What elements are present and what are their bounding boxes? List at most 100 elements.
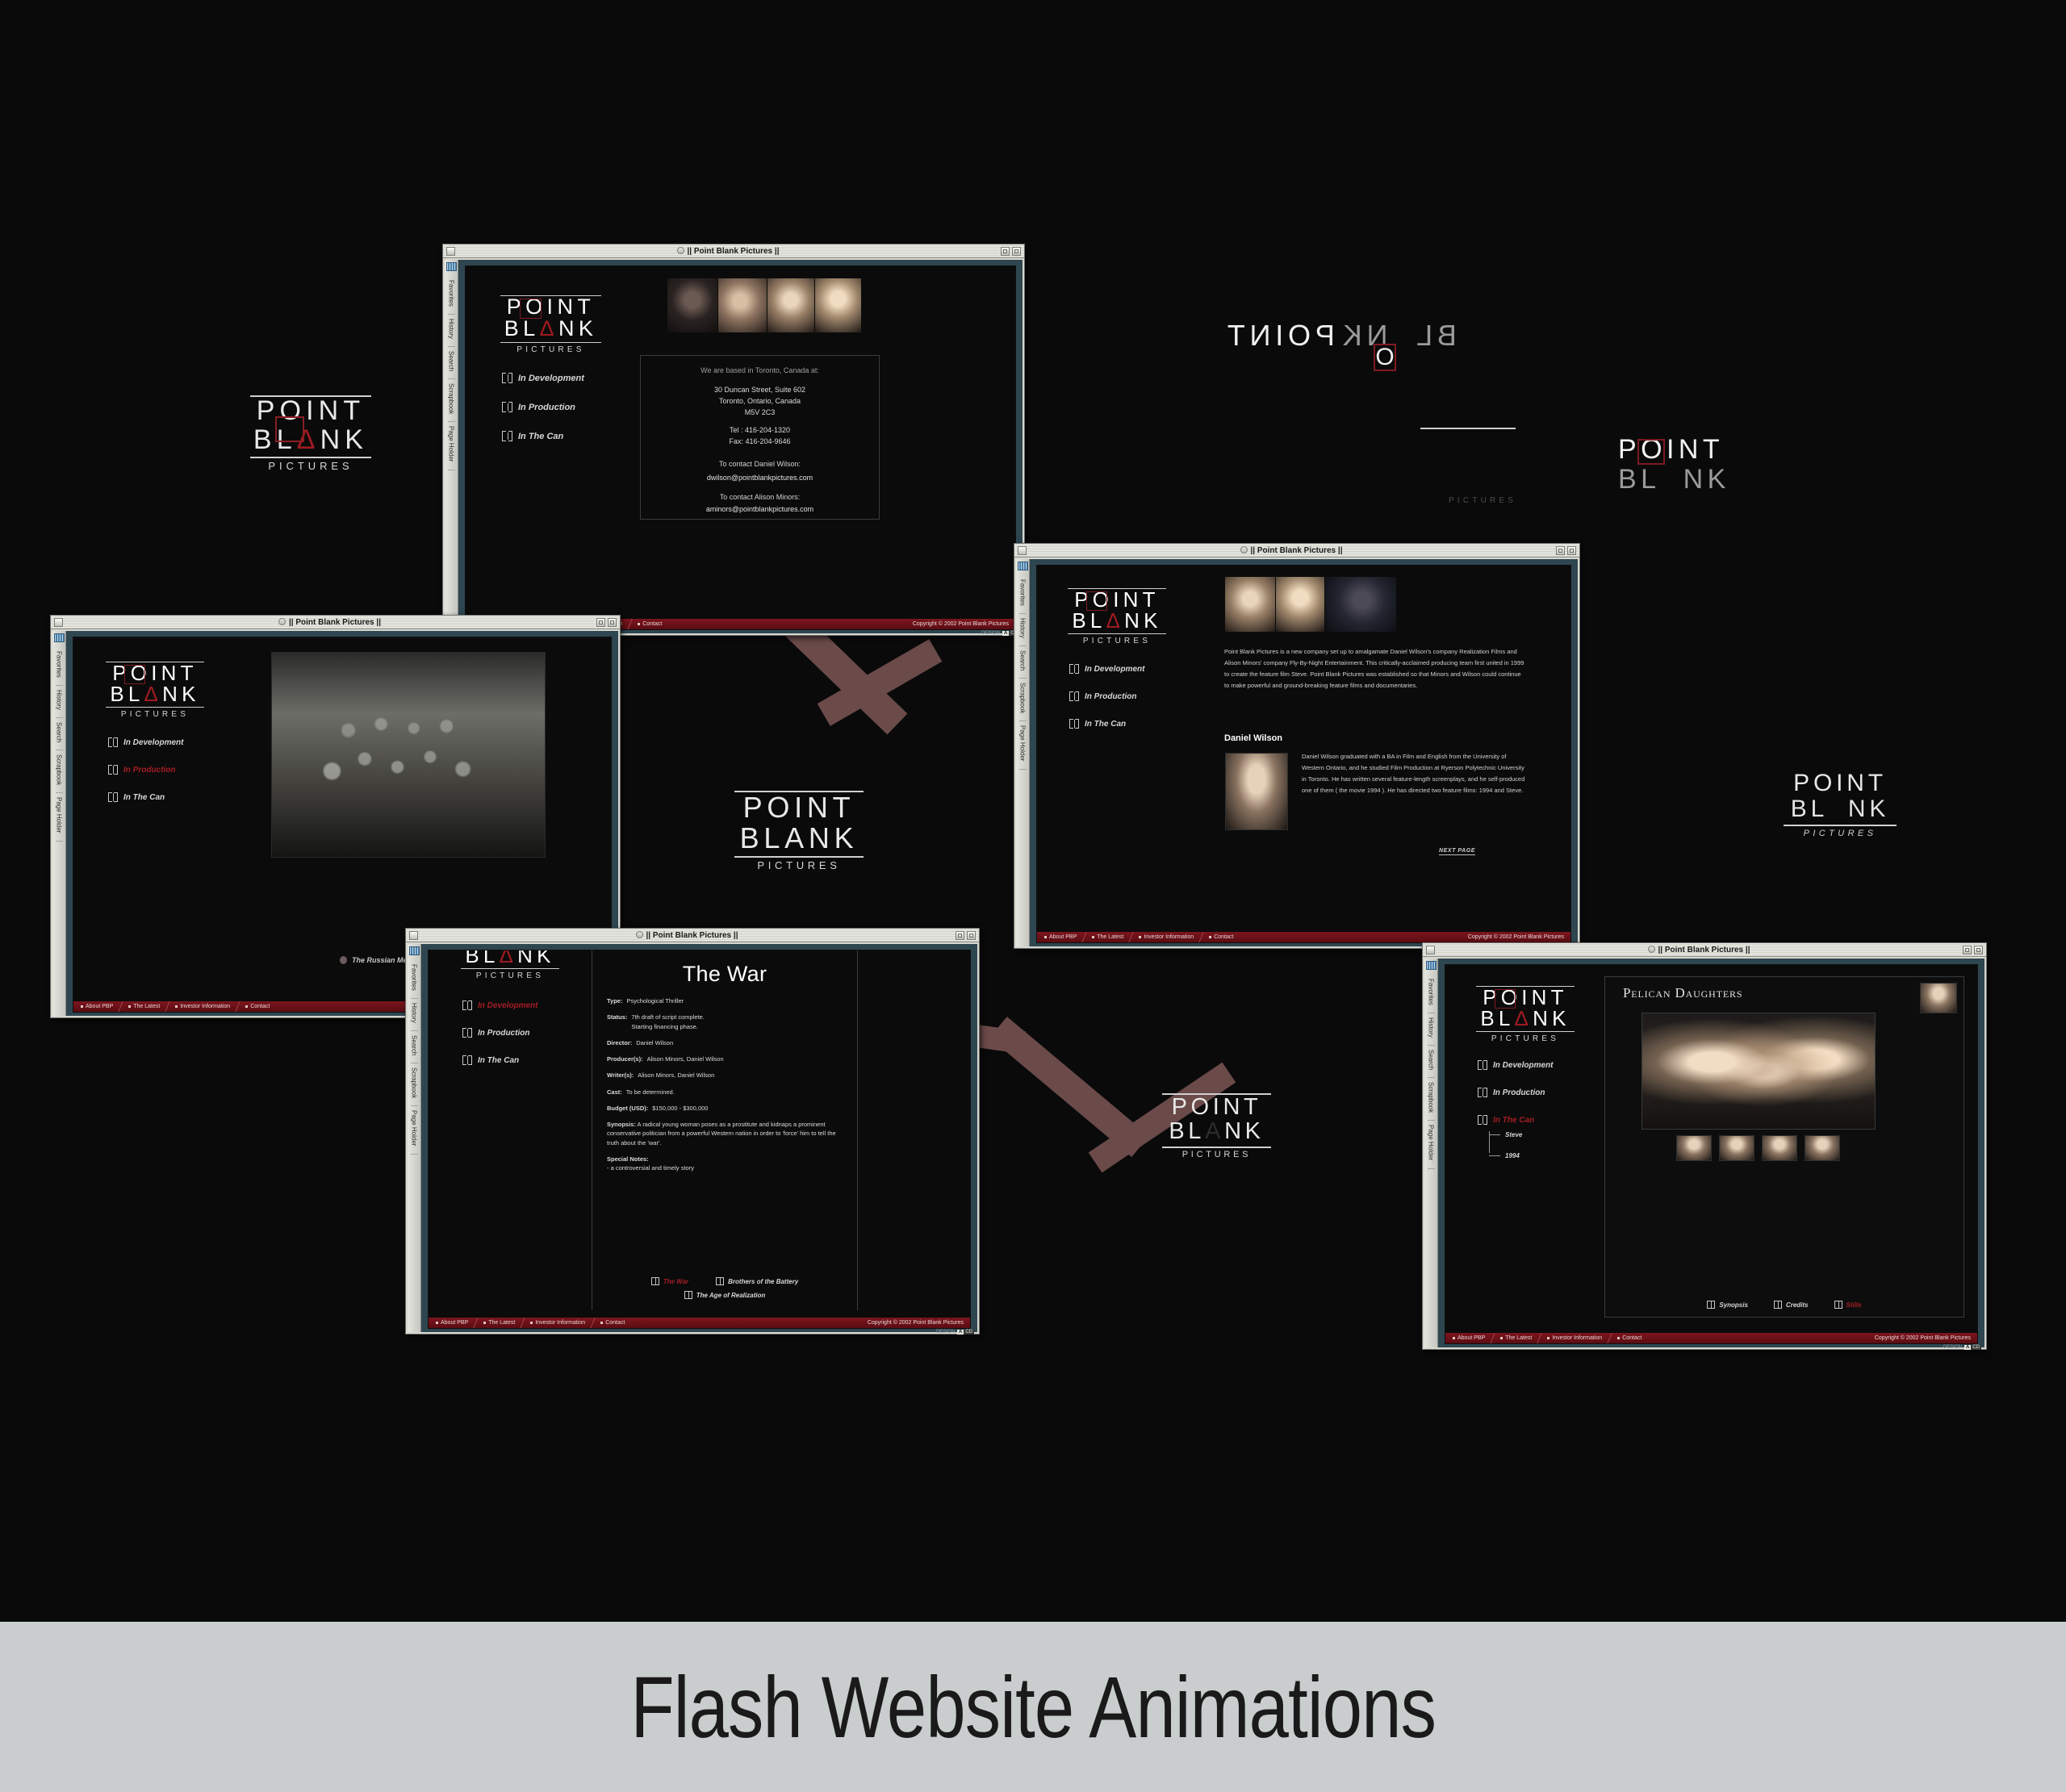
window-pelican-daughters[interactable]: || Point Blank Pictures || Favorites His… [1422, 942, 1987, 1350]
tab-scrapbook[interactable]: Scrapbook [1427, 1078, 1435, 1122]
nav-item-in-development[interactable]: In Development [462, 1000, 537, 1010]
pbp-logo[interactable]: POINT BLΔNK PICTURES [1476, 986, 1575, 1043]
tab-favorites[interactable]: Favorites [1018, 575, 1027, 614]
nav-item-in-the-can[interactable]: In The Can [108, 792, 183, 802]
tab-history[interactable]: History [1018, 614, 1027, 646]
tab-favorites[interactable]: Favorites [55, 647, 63, 686]
browser-tabstrip[interactable]: Favorites History Search Scrapbook Page … [52, 631, 66, 1016]
footer-link-contact[interactable]: Contact [593, 1320, 632, 1326]
tab-page-holder[interactable]: Page Holder [447, 422, 455, 470]
footer-nav[interactable]: About PBP The Latest Investor Informatio… [429, 1318, 970, 1328]
tab-history[interactable]: History [1427, 1013, 1435, 1046]
browser-tabstrip[interactable]: Favorites History Search Scrapbook Page … [408, 944, 421, 1332]
footer-link-about[interactable]: About PBP [1445, 1335, 1492, 1341]
still-thumb[interactable] [1676, 1135, 1712, 1161]
close-box-icon[interactable] [1426, 945, 1435, 954]
window-the-war[interactable]: || Point Blank Pictures || Favorites His… [405, 928, 980, 1335]
main-nav[interactable]: In Development In Production In The Can [1069, 664, 1144, 729]
tab-scrapbook[interactable]: Scrapbook [55, 750, 63, 794]
footer-link-investor[interactable]: Investor Information [168, 1004, 237, 1009]
footer-nav[interactable]: About PBP The Latest Investor Informatio… [1445, 1333, 1977, 1343]
film-tabs[interactable]: Synopsis Credits Stills [1605, 1301, 1964, 1309]
browser-tabstrip[interactable]: Favorites History Search Scrapbook Page … [445, 260, 458, 633]
tab-search[interactable]: Search [1018, 646, 1027, 679]
tab-favorites[interactable]: Favorites [410, 960, 418, 999]
tab-search[interactable]: Search [447, 347, 455, 380]
footer-link-investor[interactable]: Investor Information [1540, 1335, 1609, 1341]
nav-item-in-the-can[interactable]: In The Can [1478, 1115, 1553, 1125]
footer-link-about[interactable]: About PBP [429, 1320, 475, 1326]
tabstrip-grip-icon[interactable] [1425, 961, 1437, 970]
window-buttons[interactable] [1001, 246, 1021, 256]
next-page-button[interactable]: NEXT PAGE [1439, 848, 1475, 855]
browser-tabstrip[interactable]: Favorites History Search Scrapbook Page … [1016, 559, 1030, 946]
pbp-logo[interactable]: POINT BLΔNK PICTURES [500, 295, 601, 354]
nav-item-in-production[interactable]: In Production [1069, 691, 1144, 701]
pbp-logo[interactable]: POINT BLΔNK PICTURES [106, 662, 204, 719]
window-contact[interactable]: || Point Blank Pictures || Favorites His… [442, 244, 1025, 636]
contact-person-2-email[interactable]: aminors@pointblankpictures.com [641, 504, 879, 516]
tab-history[interactable]: History [55, 686, 63, 718]
nav-item-in-the-can[interactable]: In The Can [462, 1055, 537, 1065]
film-tab-stills[interactable]: Stills [1834, 1301, 1862, 1309]
main-nav[interactable]: In Development In Production In The Can [1478, 1060, 1553, 1159]
tab-page-holder[interactable]: Page Holder [1427, 1121, 1435, 1169]
main-nav[interactable]: In Development In Production In The Can [108, 737, 183, 802]
tab-history[interactable]: History [410, 999, 418, 1031]
tab-scrapbook[interactable]: Scrapbook [1018, 679, 1027, 722]
film-tab-synopsis[interactable]: Synopsis [1707, 1301, 1748, 1309]
main-nav[interactable]: In Development In Production In The Can [462, 1000, 537, 1065]
tabstrip-grip-icon[interactable] [53, 633, 65, 642]
close-box-icon[interactable] [446, 246, 455, 256]
tabstrip-grip-icon[interactable] [408, 946, 420, 955]
pbp-logo[interactable]: POINT BLΔNK PICTURES [1068, 588, 1166, 645]
nav-item-in-development[interactable]: In Development [1069, 664, 1144, 674]
titlebar[interactable]: || Point Blank Pictures || [443, 244, 1024, 258]
film-link-age-of-realization[interactable]: The Age of Realization [684, 1291, 765, 1299]
nav-item-in-production[interactable]: In Production [462, 1028, 537, 1038]
footer-link-latest[interactable]: The Latest [1493, 1335, 1539, 1341]
footer-link-latest[interactable]: The Latest [121, 1004, 167, 1009]
tab-scrapbook[interactable]: Scrapbook [447, 379, 455, 423]
footer-link-investor[interactable]: Investor Information [1131, 934, 1201, 940]
still-thumbnails[interactable] [1676, 1135, 1840, 1161]
tab-page-holder[interactable]: Page Holder [1018, 721, 1027, 770]
close-box-icon[interactable] [54, 617, 63, 627]
footer-link-contact[interactable]: Contact [238, 1004, 277, 1009]
tab-page-holder[interactable]: Page Holder [410, 1106, 418, 1155]
browser-tabstrip[interactable]: Favorites History Search Scrapbook Page … [1424, 959, 1438, 1347]
pbp-logo[interactable]: POINT BLΔNK PICTURES [461, 950, 559, 980]
footer-link-about[interactable]: About PBP [1037, 934, 1084, 940]
film-link-brothers[interactable]: Brothers of the Battery [716, 1277, 798, 1285]
nav-item-in-development[interactable]: In Development [1478, 1060, 1553, 1070]
footer-link-contact[interactable]: Contact [1610, 1335, 1649, 1341]
nav-item-in-the-can[interactable]: In The Can [502, 431, 584, 441]
film-links[interactable]: The War Brothers of the Battery The Age … [592, 1277, 857, 1299]
titlebar[interactable]: || Point Blank Pictures || [1014, 544, 1579, 558]
window-buttons[interactable] [956, 930, 976, 940]
titlebar[interactable]: || Point Blank Pictures || [1423, 943, 1986, 957]
submenu-tree[interactable]: Steve 1994 [1489, 1131, 1553, 1159]
still-thumb[interactable] [1762, 1135, 1797, 1161]
nav-item-in-production[interactable]: In Production [502, 402, 584, 412]
footer-link-contact[interactable]: Contact [630, 621, 669, 627]
tabstrip-grip-icon[interactable] [1017, 562, 1028, 570]
footer-link-about[interactable]: About PBP [73, 1004, 120, 1009]
main-nav[interactable]: In Development In Production In The Can [502, 373, 584, 441]
footer-link-contact[interactable]: Contact [1202, 934, 1240, 940]
footer-link-investor[interactable]: Investor Information [523, 1320, 592, 1326]
tab-search[interactable]: Search [1427, 1046, 1435, 1079]
nav-item-in-the-can[interactable]: In The Can [1069, 719, 1144, 729]
tab-favorites[interactable]: Favorites [447, 276, 455, 315]
submenu-item-steve[interactable]: Steve [1489, 1131, 1553, 1138]
film-tab-credits[interactable]: Credits [1773, 1301, 1809, 1309]
nav-item-in-development[interactable]: In Development [108, 737, 183, 747]
close-box-icon[interactable] [409, 930, 418, 940]
footer-link-latest[interactable]: The Latest [1085, 934, 1131, 940]
film-link-the-war[interactable]: The War [650, 1277, 688, 1285]
titlebar[interactable]: || Point Blank Pictures || [51, 616, 620, 629]
still-thumb-corner[interactable] [1920, 983, 1957, 1013]
window-about-pbp[interactable]: || Point Blank Pictures || Favorites His… [1014, 543, 1580, 949]
nav-item-in-development[interactable]: In Development [502, 373, 584, 383]
tab-favorites[interactable]: Favorites [1427, 975, 1435, 1013]
